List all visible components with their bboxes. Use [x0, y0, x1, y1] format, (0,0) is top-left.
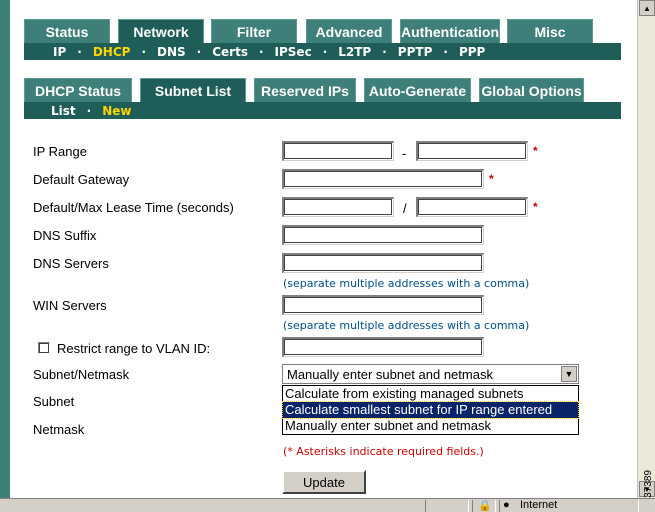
- gateway-input[interactable]: [282, 169, 484, 189]
- ip-range-end-input[interactable]: [416, 141, 528, 161]
- tab-advanced[interactable]: Advanced: [306, 19, 392, 43]
- subnav-separator: ·: [443, 44, 448, 59]
- tab-subnet-list[interactable]: Subnet List: [140, 78, 246, 102]
- subnav-certs[interactable]: Certs: [209, 45, 251, 59]
- subnav-separator: ·: [86, 103, 92, 118]
- lock-icon: 🔒: [478, 500, 492, 512]
- subnet-netmask-label: Subnet/Netmask: [33, 367, 130, 382]
- subnav-dhcp[interactable]: DHCP: [90, 45, 134, 59]
- dropdown-option[interactable]: Manually enter subnet and netmask: [283, 418, 578, 434]
- restrict-vlan-label: Restrict range to VLAN ID:: [57, 341, 211, 356]
- subnav-separator: ·: [141, 44, 146, 59]
- chevron-down-icon[interactable]: ▼: [561, 366, 577, 382]
- win-servers-hint: (separate multiple addresses with a comm…: [283, 319, 530, 332]
- subnav-dns[interactable]: DNS: [154, 45, 189, 59]
- ip-range-required-mark: *: [533, 144, 538, 158]
- win-servers-input[interactable]: [282, 295, 484, 315]
- scroll-up-icon[interactable]: ▲: [639, 0, 655, 16]
- update-button[interactable]: Update: [282, 470, 366, 494]
- ip-range-separator: -: [402, 146, 407, 161]
- subnav-l2tp[interactable]: L2TP: [335, 45, 374, 59]
- status-segment: [425, 500, 469, 512]
- subnav-separator: ·: [258, 44, 264, 59]
- zone-label: Internet: [520, 499, 558, 511]
- tab-auto-generate[interactable]: Auto-Generate: [364, 78, 471, 102]
- subnet-subnav-list[interactable]: List: [48, 104, 79, 118]
- subnet-netmask-dropdown-list: Calculate from existing managed subnets C…: [282, 385, 579, 435]
- lease-required-mark: *: [533, 200, 538, 214]
- subnav-separator: ·: [77, 44, 82, 59]
- globe-icon: ●: [503, 499, 510, 511]
- ip-range-label: IP Range: [33, 144, 87, 159]
- netmask-label: Netmask: [33, 422, 85, 437]
- tab-filter[interactable]: Filter: [211, 19, 297, 43]
- dns-servers-input[interactable]: [282, 253, 484, 273]
- gateway-label: Default Gateway: [33, 172, 130, 187]
- subnav-ipsec[interactable]: IPSec: [272, 45, 315, 59]
- lease-default-input[interactable]: [282, 197, 394, 217]
- tab-global-options[interactable]: Global Options: [479, 78, 584, 102]
- dns-suffix-input[interactable]: [282, 225, 484, 245]
- tab-authentication[interactable]: Authentication: [400, 19, 500, 43]
- subnav-pptp[interactable]: PPTP: [395, 45, 436, 59]
- tab-network[interactable]: Network: [118, 19, 204, 43]
- dns-servers-label: DNS Servers: [33, 256, 109, 271]
- ip-range-start-input[interactable]: [282, 141, 394, 161]
- subnet-netmask-selected-value: Manually enter subnet and netmask: [287, 366, 493, 382]
- lease-max-input[interactable]: [416, 197, 528, 217]
- vlan-id-input[interactable]: [282, 337, 484, 357]
- subnet-netmask-select[interactable]: Manually enter subnet and netmask ▼: [282, 364, 579, 384]
- subnet-subnav: List · New: [24, 102, 621, 119]
- dropdown-option[interactable]: Calculate from existing managed subnets: [283, 386, 578, 402]
- left-frame-border: [0, 0, 10, 498]
- subnav-ip[interactable]: IP: [50, 45, 69, 59]
- network-subnav: IP · DHCP · DNS · Certs · IPSec · L2TP · PPTP · PPP: [24, 43, 621, 60]
- status-bar: 🔒 ● Internet: [0, 498, 655, 512]
- subnav-separator: ·: [322, 44, 328, 59]
- tab-misc[interactable]: Misc: [507, 19, 593, 43]
- dns-servers-hint: (separate multiple addresses with a comm…: [283, 277, 530, 290]
- subnet-label: Subnet: [33, 394, 75, 409]
- dns-suffix-label: DNS Suffix: [33, 228, 97, 243]
- tab-dhcp-status[interactable]: DHCP Status: [24, 78, 132, 102]
- dropdown-option[interactable]: Calculate smallest subnet for IP range e…: [282, 401, 579, 419]
- lease-label: Default/Max Lease Time (seconds): [33, 200, 234, 215]
- subnav-separator: ·: [382, 44, 387, 59]
- required-fields-note: (* Asterisks indicate required fields.): [283, 445, 484, 458]
- gateway-required-mark: *: [489, 172, 494, 186]
- restrict-vlan-checkbox[interactable]: [38, 342, 50, 354]
- lease-separator: /: [403, 201, 407, 216]
- tab-reserved-ips[interactable]: Reserved IPs: [254, 78, 356, 102]
- subnav-ppp[interactable]: PPP: [456, 45, 488, 59]
- tab-status[interactable]: Status: [24, 19, 110, 43]
- subnav-separator: ·: [196, 44, 202, 59]
- win-servers-label: WIN Servers: [33, 298, 107, 313]
- subnet-subnav-new[interactable]: New: [99, 104, 134, 118]
- vertical-scrollbar[interactable]: ▲ ▼: [637, 0, 655, 498]
